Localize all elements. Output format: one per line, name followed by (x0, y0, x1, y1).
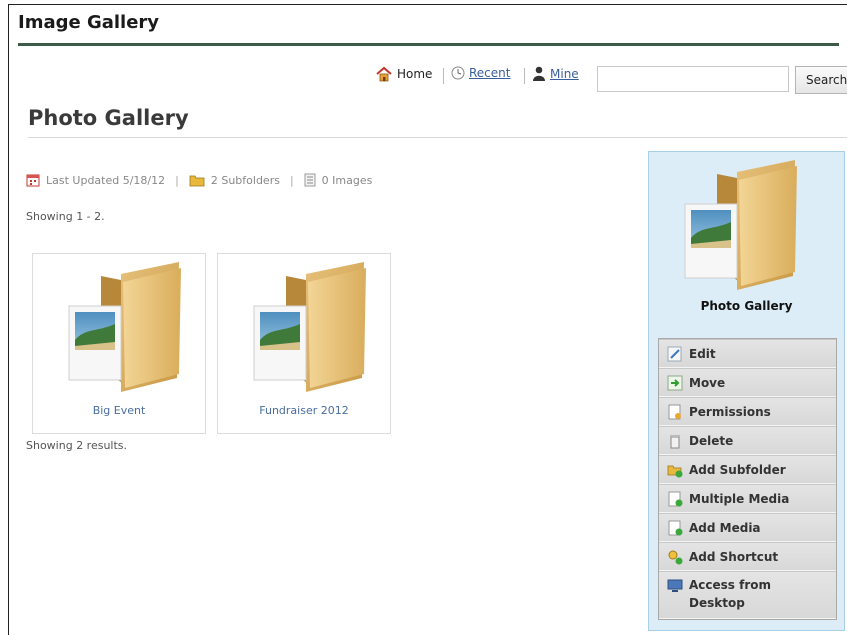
folder-actions-panel: Photo Gallery Edit Move Permissions Dele… (648, 151, 845, 631)
edit-icon (667, 346, 682, 361)
move-icon (667, 375, 683, 390)
page-title: Photo Gallery (28, 106, 189, 130)
title-divider (18, 43, 839, 46)
last-updated: Last Updated 5/18/12 (46, 173, 166, 187)
folder-icon (68, 262, 181, 392)
folder-actions-menu: Edit Move Permissions Delete Add Subfold… (658, 338, 837, 620)
menu-item-label: Move (689, 375, 726, 390)
showing-range: Showing 1 - 2. (26, 210, 105, 223)
menu-item-label: Add Media (689, 520, 761, 535)
panel-title: Photo Gallery (700, 299, 793, 313)
meta-separator: | (175, 173, 179, 187)
meta-separator: | (289, 173, 294, 187)
trash-icon (670, 434, 680, 448)
results-count: Showing 2 results. (26, 439, 128, 452)
desktop-icon (667, 579, 683, 592)
folder-tile-label[interactable]: Big Event (33, 404, 205, 417)
calendar-icon (26, 174, 40, 187)
folder-tile-label[interactable]: Fundraiser 2012 (218, 404, 390, 417)
nav-recent-label: Recent (469, 66, 511, 80)
clock-icon (451, 66, 465, 80)
menu-item-add-subfolder[interactable]: Add Subfolder (659, 455, 836, 484)
nav-home-label: Home (397, 67, 433, 81)
menu-item-move[interactable]: Move (659, 368, 836, 397)
menu-item-add-shortcut[interactable]: Add Shortcut (659, 542, 836, 571)
nav-home[interactable]: Home (375, 66, 432, 82)
menu-item-label: Access from Desktop (689, 578, 772, 610)
multiple-media-icon (668, 491, 683, 506)
document-icon (304, 173, 316, 187)
folder-tile[interactable]: Big Event (32, 253, 206, 434)
nav-mine[interactable]: Mine (532, 66, 579, 81)
nav-separator (524, 68, 525, 84)
nav-recent[interactable]: Recent (451, 66, 510, 80)
menu-item-label: Permissions (689, 404, 771, 419)
search-button[interactable]: Search (795, 66, 847, 94)
menu-item-delete[interactable]: Delete (659, 426, 836, 455)
subfolder-count: 2 Subfolders (210, 173, 280, 187)
permissions-icon (668, 404, 681, 419)
menu-item-permissions[interactable]: Permissions (659, 397, 836, 426)
menu-item-label: Add Shortcut (689, 549, 779, 564)
add-media-icon (668, 520, 683, 535)
folder-tile[interactable]: Fundraiser 2012 (217, 253, 391, 434)
folder-icon (253, 262, 366, 392)
folder-icon (684, 160, 797, 290)
folder-icon (189, 175, 205, 186)
home-icon (376, 66, 392, 82)
menu-item-label: Add Subfolder (689, 462, 786, 477)
menu-item-label: Delete (689, 433, 734, 448)
nav-mine-label: Mine (550, 66, 579, 81)
image-count: 0 Images (321, 173, 373, 187)
menu-item-label: Edit (689, 346, 716, 361)
menu-item-edit[interactable]: Edit (659, 339, 836, 368)
add-folder-icon (667, 465, 683, 477)
app-title: Image Gallery (18, 12, 160, 33)
menu-item-add-media[interactable]: Add Media (659, 513, 836, 542)
menu-item-label: Multiple Media (689, 491, 790, 506)
search-input[interactable] (597, 66, 789, 92)
menu-item-access-from-desktop[interactable]: Access from Desktop (659, 571, 836, 619)
menu-item-multiple-media[interactable]: Multiple Media (659, 484, 836, 513)
nav-separator (443, 68, 444, 84)
add-shortcut-icon (668, 550, 683, 564)
gallery-meta: Last Updated 5/18/12 | 2 Subfolders | 0 … (26, 173, 372, 187)
page-title-divider (28, 137, 847, 138)
user-icon (533, 66, 545, 81)
